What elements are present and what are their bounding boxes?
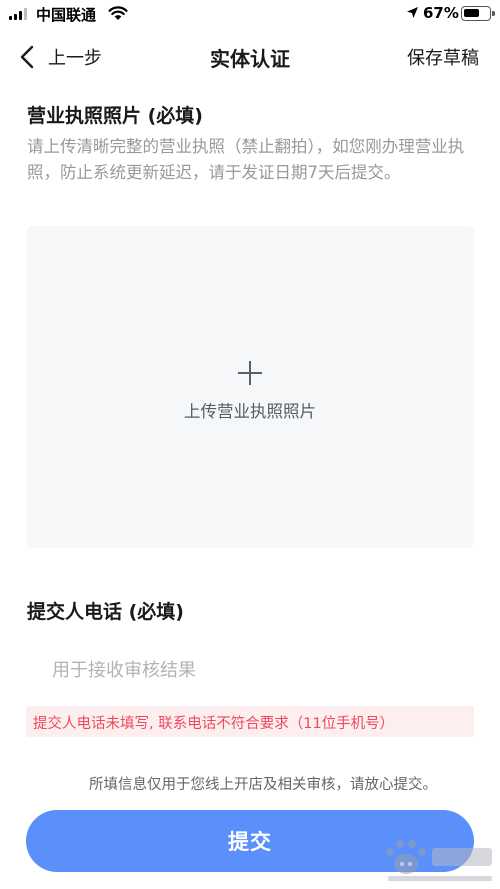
back-button[interactable]: 上一步: [20, 42, 102, 72]
entity-verification-page: 中国联通 67% 上一步 实体认证 保存草稿 营业执照照片 (必填) 请上传清晰…: [0, 0, 500, 889]
signal-icon: [9, 8, 27, 20]
location-arrow-icon: [407, 7, 418, 18]
license-description: 请上传清晰完整的营业执照（禁止翻拍），如您刚办理营业执照，防止系统更新延迟，请于…: [27, 137, 465, 182]
carrier-name: 中国联通: [36, 6, 97, 24]
license-upload-area[interactable]: 上传营业执照照片: [26, 226, 474, 548]
chevron-left-icon: [20, 45, 34, 69]
phone-section-title: 提交人电话 (必填): [27, 601, 184, 623]
error-message-box: 提交人电话未填写, 联系电话不符合要求（11位手机号）: [26, 706, 474, 737]
baidu-jingyan-watermark: [386, 840, 492, 881]
license-section-title: 营业执照照片 (必填): [27, 105, 203, 127]
phone-input[interactable]: [52, 652, 472, 688]
battery-level-fill: [464, 9, 479, 17]
error-message: 提交人电话未填写, 联系电话不符合要求（11位手机号）: [33, 716, 395, 732]
battery-percent: 67%: [423, 4, 459, 22]
status-bar: 中国联通 67%: [0, 0, 500, 30]
submit-button-label: 提交: [228, 831, 272, 854]
back-button-label: 上一步: [48, 48, 102, 69]
plus-icon: [238, 361, 262, 385]
nav-bar: 上一步 实体认证 保存草稿: [0, 36, 500, 76]
battery-icon: [461, 6, 495, 21]
privacy-notice: 所填信息仅用于您线上开店及相关审核，请放心提交。: [89, 777, 437, 793]
upload-label: 上传营业执照照片: [184, 402, 316, 421]
wifi-icon: [108, 6, 128, 20]
save-draft-button[interactable]: 保存草稿: [407, 44, 479, 70]
